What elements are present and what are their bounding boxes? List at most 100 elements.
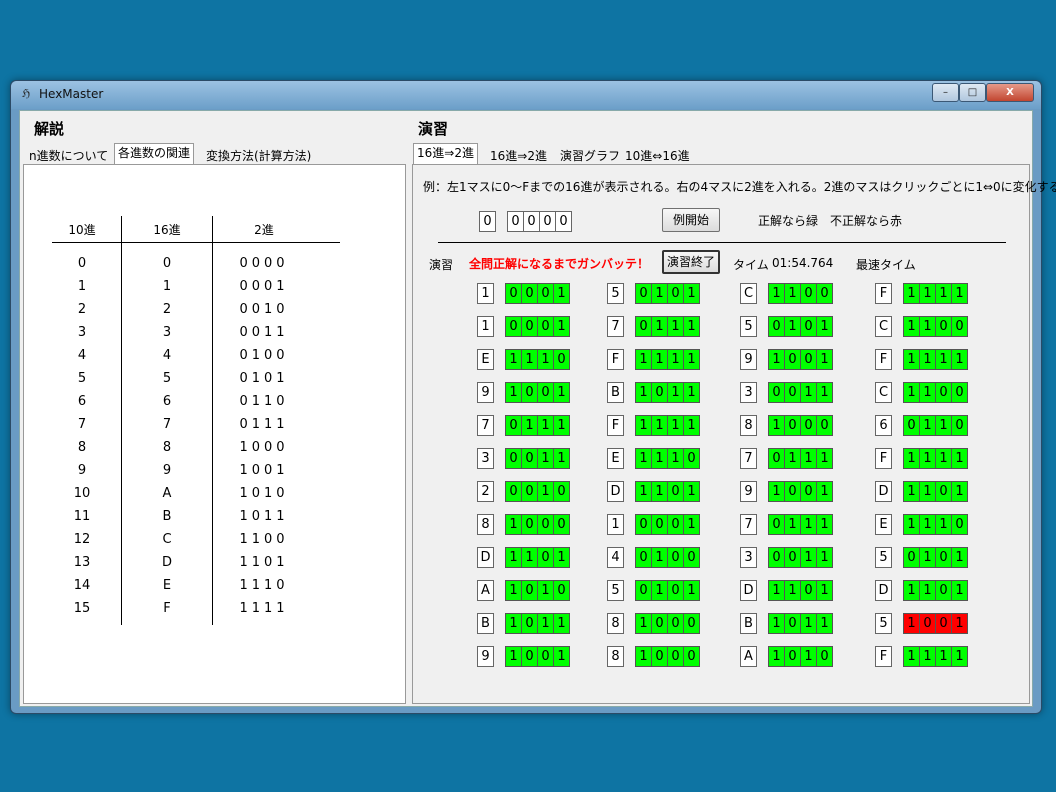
answer-bit-cell[interactable]: 1: [768, 646, 785, 667]
answer-bit-cell[interactable]: 1: [651, 580, 668, 601]
answer-bit-cell[interactable]: 1: [903, 481, 920, 502]
answer-bit-cell[interactable]: 1: [903, 580, 920, 601]
answer-bit-cell[interactable]: 0: [784, 415, 801, 436]
close-button[interactable]: X: [986, 83, 1034, 102]
answer-bit-cell[interactable]: 0: [800, 481, 817, 502]
answer-bit-cell[interactable]: 0: [800, 349, 817, 370]
answer-bit-cell[interactable]: 1: [553, 547, 570, 568]
tab-hex-to-bin-2[interactable]: 16進⇒2進: [487, 147, 550, 165]
answer-bit-cell[interactable]: 0: [935, 316, 952, 337]
answer-bit-cell[interactable]: 1: [553, 283, 570, 304]
answer-bit-cell[interactable]: 0: [935, 580, 952, 601]
answer-bit-cell[interactable]: 1: [768, 481, 785, 502]
answer-bit-cell[interactable]: 0: [768, 514, 785, 535]
answer-bit-cell[interactable]: 1: [683, 349, 700, 370]
answer-bit-cell[interactable]: 1: [768, 283, 785, 304]
answer-bit-cell[interactable]: 1: [651, 448, 668, 469]
answer-bit-cell[interactable]: 0: [521, 481, 538, 502]
answer-bit-cell[interactable]: 0: [935, 382, 952, 403]
answer-bit-cell[interactable]: 1: [919, 514, 936, 535]
answer-bit-cell[interactable]: 1: [903, 613, 920, 634]
tab-hex-to-bin[interactable]: 16進⇒2進: [413, 143, 478, 166]
answer-bit-cell[interactable]: 1: [635, 382, 652, 403]
answer-bit-cell[interactable]: 1: [635, 349, 652, 370]
answer-bit-cell[interactable]: 1: [505, 580, 522, 601]
example-bit-cell[interactable]: 0: [507, 211, 524, 232]
answer-bit-cell[interactable]: 1: [816, 613, 833, 634]
answer-bit-cell[interactable]: 0: [667, 547, 684, 568]
answer-bit-cell[interactable]: 0: [667, 613, 684, 634]
answer-bit-cell[interactable]: 0: [784, 349, 801, 370]
answer-bit-cell[interactable]: 1: [951, 448, 968, 469]
answer-bit-cell[interactable]: 0: [537, 283, 554, 304]
tab-n-base[interactable]: n進数について: [26, 147, 111, 165]
answer-bit-cell[interactable]: 0: [667, 580, 684, 601]
answer-bit-cell[interactable]: 0: [903, 415, 920, 436]
answer-bit-cell[interactable]: 1: [816, 448, 833, 469]
answer-bit-cell[interactable]: 1: [553, 646, 570, 667]
answer-bit-cell[interactable]: 1: [537, 448, 554, 469]
example-start-button[interactable]: 例開始: [662, 208, 720, 232]
title-bar[interactable]: ℌ HexMaster – □ X: [11, 81, 1041, 109]
answer-bit-cell[interactable]: 1: [784, 514, 801, 535]
answer-bit-cell[interactable]: 0: [951, 382, 968, 403]
answer-bit-cell[interactable]: 1: [553, 613, 570, 634]
answer-bit-cell[interactable]: 1: [919, 580, 936, 601]
answer-bit-cell[interactable]: 1: [651, 316, 668, 337]
answer-bit-cell[interactable]: 0: [935, 613, 952, 634]
answer-bit-cell[interactable]: 1: [768, 580, 785, 601]
answer-bit-cell[interactable]: 1: [903, 349, 920, 370]
answer-bit-cell[interactable]: 0: [537, 547, 554, 568]
answer-bit-cell[interactable]: 1: [919, 316, 936, 337]
answer-bit-cell[interactable]: 0: [553, 514, 570, 535]
answer-bit-cell[interactable]: 1: [951, 481, 968, 502]
answer-bit-cell[interactable]: 1: [816, 580, 833, 601]
answer-bit-cell[interactable]: 1: [903, 316, 920, 337]
answer-bit-cell[interactable]: 1: [683, 382, 700, 403]
answer-bit-cell[interactable]: 0: [635, 547, 652, 568]
answer-bit-cell[interactable]: 1: [651, 415, 668, 436]
answer-bit-cell[interactable]: 1: [553, 382, 570, 403]
answer-bit-cell[interactable]: 0: [951, 316, 968, 337]
answer-bit-cell[interactable]: 0: [521, 646, 538, 667]
tab-practice-graph[interactable]: 演習グラフ: [557, 147, 623, 165]
answer-bit-cell[interactable]: 1: [553, 448, 570, 469]
answer-bit-cell[interactable]: 1: [768, 613, 785, 634]
answer-bit-cell[interactable]: 0: [553, 481, 570, 502]
answer-bit-cell[interactable]: 1: [919, 382, 936, 403]
answer-bit-cell[interactable]: 0: [800, 316, 817, 337]
answer-bit-cell[interactable]: 1: [935, 646, 952, 667]
answer-bit-cell[interactable]: 1: [667, 349, 684, 370]
answer-bit-cell[interactable]: 1: [768, 349, 785, 370]
answer-bit-cell[interactable]: 0: [784, 547, 801, 568]
tab-relation[interactable]: 各進数の関連: [114, 143, 195, 166]
answer-bit-cell[interactable]: 1: [903, 514, 920, 535]
answer-bit-cell[interactable]: 1: [800, 613, 817, 634]
answer-bit-cell[interactable]: 0: [651, 514, 668, 535]
answer-bit-cell[interactable]: 0: [784, 646, 801, 667]
answer-bit-cell[interactable]: 1: [667, 448, 684, 469]
answer-bit-cell[interactable]: 1: [800, 646, 817, 667]
answer-bit-cell[interactable]: 1: [935, 283, 952, 304]
answer-bit-cell[interactable]: 1: [635, 481, 652, 502]
answer-bit-cell[interactable]: 1: [537, 580, 554, 601]
answer-bit-cell[interactable]: 1: [816, 547, 833, 568]
answer-bit-cell[interactable]: 1: [903, 646, 920, 667]
answer-bit-cell[interactable]: 0: [505, 448, 522, 469]
answer-bit-cell[interactable]: 0: [537, 316, 554, 337]
answer-bit-cell[interactable]: 0: [784, 481, 801, 502]
answer-bit-cell[interactable]: 0: [505, 283, 522, 304]
answer-bit-cell[interactable]: 1: [951, 349, 968, 370]
answer-bit-cell[interactable]: 0: [521, 316, 538, 337]
answer-bit-cell[interactable]: 1: [919, 448, 936, 469]
answer-bit-cell[interactable]: 1: [651, 283, 668, 304]
answer-bit-cell[interactable]: 0: [537, 646, 554, 667]
answer-bit-cell[interactable]: 0: [800, 283, 817, 304]
end-practice-button[interactable]: 演習終了: [662, 250, 720, 274]
answer-bit-cell[interactable]: 0: [816, 646, 833, 667]
answer-bit-cell[interactable]: 0: [951, 514, 968, 535]
answer-bit-cell[interactable]: 0: [816, 283, 833, 304]
answer-bit-cell[interactable]: 1: [683, 580, 700, 601]
answer-bit-cell[interactable]: 0: [651, 646, 668, 667]
answer-bit-cell[interactable]: 0: [521, 448, 538, 469]
